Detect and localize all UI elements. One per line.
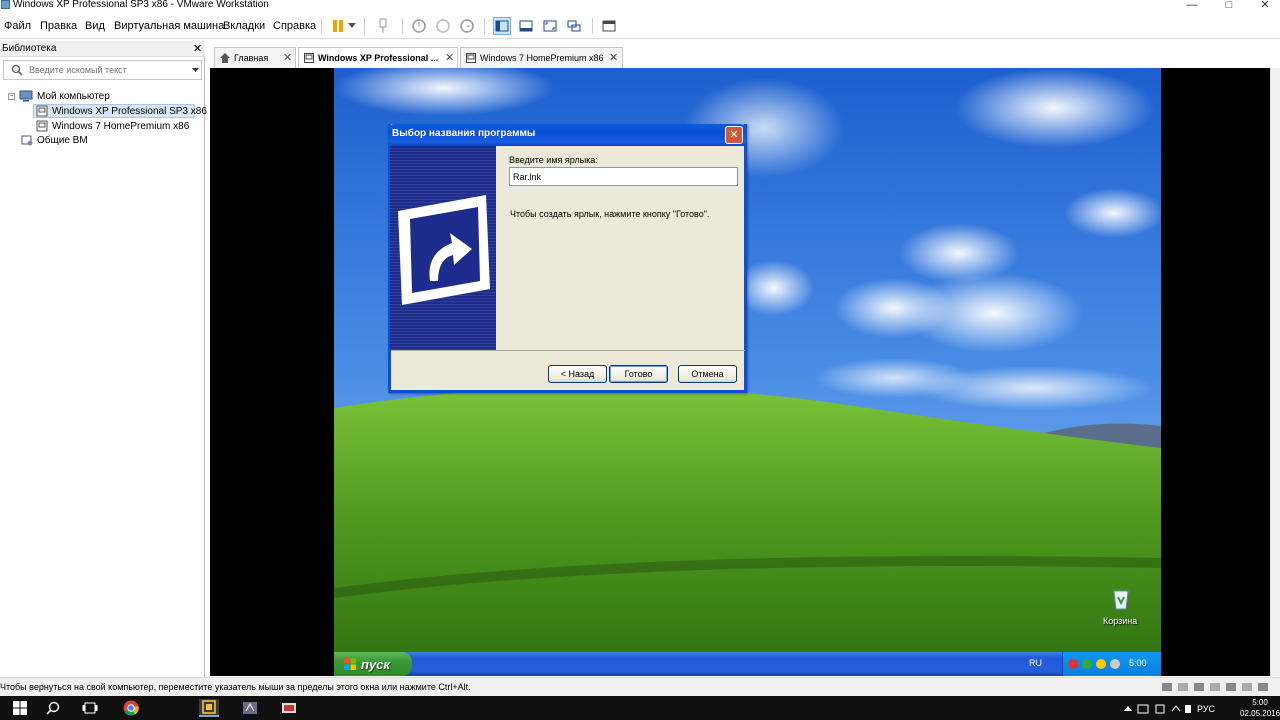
tree-item-winxp[interactable]: Windows XP Professional SP3 x86 <box>52 106 207 117</box>
menu-tabs[interactable]: Вкладки <box>223 20 265 32</box>
tree-item-my-computer[interactable]: Мой компьютер <box>37 91 110 102</box>
status-bar: Чтобы вернуться на свой компьютер, перем… <box>0 677 1280 696</box>
host-tray-icons[interactable] <box>1122 703 1192 715</box>
tree-collapse-toggle[interactable]: − <box>8 93 15 100</box>
app-icon[interactable] <box>240 699 260 717</box>
tab-close-icon[interactable]: ✕ <box>609 51 618 64</box>
menu-vm[interactable]: Виртуальная машина <box>114 20 224 32</box>
xp-language[interactable]: RU <box>1029 658 1042 668</box>
window-title: Windows XP Professional SP3 x86 - VMware… <box>13 0 269 10</box>
search-icon[interactable] <box>43 699 63 717</box>
host-taskbar <box>0 696 1280 720</box>
xp-system-tray: 5:00 <box>1062 652 1161 676</box>
back-button[interactable]: < Назад <box>548 365 607 383</box>
send-ctrl-alt-del-icon[interactable] <box>374 17 392 35</box>
toolbar-separator <box>321 18 322 34</box>
vm-icon <box>304 53 314 63</box>
tab-winxp[interactable]: Windows XP Professional ... ✕ <box>298 47 458 69</box>
library-panel: Библиотека ✕ − Мой компьютер Windows XP … <box>0 41 207 677</box>
toolbar-separator <box>402 18 403 34</box>
windows-flag-icon <box>344 658 356 670</box>
windows-start-icon[interactable] <box>10 699 30 717</box>
host-language[interactable]: РУС <box>1197 704 1215 714</box>
recycle-bin-label: Корзина <box>1103 616 1138 626</box>
computer-icon <box>19 90 33 102</box>
tray-icons[interactable] <box>1067 657 1127 671</box>
close-icon[interactable]: ✕ <box>1258 0 1272 11</box>
window-titlebar: Windows XP Professional SP3 x86 - VMware… <box>0 0 1280 14</box>
pause-icon[interactable] <box>329 17 347 35</box>
pause-dropdown-icon[interactable] <box>346 17 358 35</box>
menu-bar: Файл Правка Вид Виртуальная машина Вклад… <box>0 14 1280 39</box>
finish-button[interactable]: Готово <box>609 365 668 383</box>
tab-win7[interactable]: Windows 7 HomePremium x86 ✕ <box>460 47 623 68</box>
tab-label: Главная <box>234 53 269 63</box>
recorder-icon[interactable] <box>279 699 299 717</box>
tab-label: Windows XP Professional ... <box>318 53 439 63</box>
home-icon <box>220 53 230 63</box>
menu-edit[interactable]: Правка <box>40 20 77 32</box>
revert-snapshot-icon[interactable] <box>434 17 452 35</box>
host-time: 5:00 <box>1252 698 1268 707</box>
shared-vms-icon <box>21 135 33 146</box>
menu-help[interactable]: Справка <box>273 20 316 32</box>
toolbar-separator <box>364 18 365 34</box>
show-library-icon[interactable] <box>493 17 511 35</box>
shortcut-arrow-icon <box>398 195 490 305</box>
scrollbar[interactable] <box>1270 68 1280 676</box>
vm-icon <box>36 105 48 117</box>
tab-home[interactable]: Главная ✕ <box>214 47 296 68</box>
maximize-icon[interactable]: □ <box>1222 0 1236 11</box>
shortcut-name-input[interactable] <box>509 167 738 186</box>
shortcut-name-label: Введите имя ярлыка: <box>509 155 598 165</box>
toolbar-separator <box>592 18 593 34</box>
start-button[interactable]: пуск <box>334 652 412 676</box>
library-search[interactable] <box>3 60 202 80</box>
snapshot-manager-icon[interactable] <box>458 17 476 35</box>
toolbar-separator <box>484 18 485 34</box>
unity-icon[interactable] <box>565 17 583 35</box>
status-text: Чтобы вернуться на свой компьютер, перем… <box>0 682 471 692</box>
dialog-hint: Чтобы создать ярлык, нажмите кнопку "Гот… <box>510 209 710 219</box>
start-label: пуск <box>361 656 390 672</box>
host-clock[interactable]: 5:00 02.05.2016 <box>1240 697 1280 719</box>
vm-icon <box>36 120 48 132</box>
cancel-button[interactable]: Отмена <box>678 365 737 383</box>
wizard-side-panel <box>390 146 496 350</box>
tab-close-icon[interactable]: ✕ <box>283 51 292 64</box>
xp-clock: 5:00 <box>1129 658 1147 668</box>
vmware-taskbar-icon[interactable] <box>199 699 219 717</box>
tab-bar: Главная ✕ Windows XP Professional ... ✕ … <box>210 44 1280 69</box>
snapshot-icon[interactable] <box>410 17 428 35</box>
vm-icon <box>466 53 476 63</box>
vmware-app-icon <box>1 0 10 9</box>
dialog-close-icon[interactable]: ✕ <box>725 126 743 144</box>
tree-item-shared-vms[interactable]: Общие ВМ <box>37 135 88 146</box>
tab-close-icon[interactable]: ✕ <box>445 51 454 64</box>
tab-label: Windows 7 HomePremium x86 <box>480 53 604 63</box>
library-header: Библиотека ✕ <box>0 41 205 57</box>
dialog-separator <box>391 350 745 351</box>
host-date: 02.05.2016 <box>1240 709 1280 718</box>
search-input[interactable] <box>29 63 179 77</box>
library-title: Библиотека <box>2 43 57 54</box>
menu-view[interactable]: Вид <box>85 20 105 32</box>
chrome-icon[interactable] <box>121 699 141 717</box>
minimize-icon[interactable]: — <box>1185 0 1199 11</box>
console-view-icon[interactable] <box>600 17 618 35</box>
tree-item-win7[interactable]: Windows 7 HomePremium x86 <box>52 121 189 132</box>
chevron-down-icon[interactable] <box>192 68 199 73</box>
search-icon <box>11 64 23 76</box>
library-close-icon[interactable]: ✕ <box>193 42 202 55</box>
device-status-icons[interactable] <box>1160 681 1278 693</box>
dialog-titlebar: Выбор названия программы ✕ <box>388 124 747 146</box>
thumbnail-bar-icon[interactable] <box>517 17 535 35</box>
menu-file[interactable]: Файл <box>4 20 31 32</box>
task-view-icon[interactable] <box>80 699 100 717</box>
dialog-title: Выбор названия программы <box>392 128 536 139</box>
recycle-bin-icon[interactable] <box>1108 587 1134 611</box>
fullscreen-icon[interactable] <box>541 17 559 35</box>
